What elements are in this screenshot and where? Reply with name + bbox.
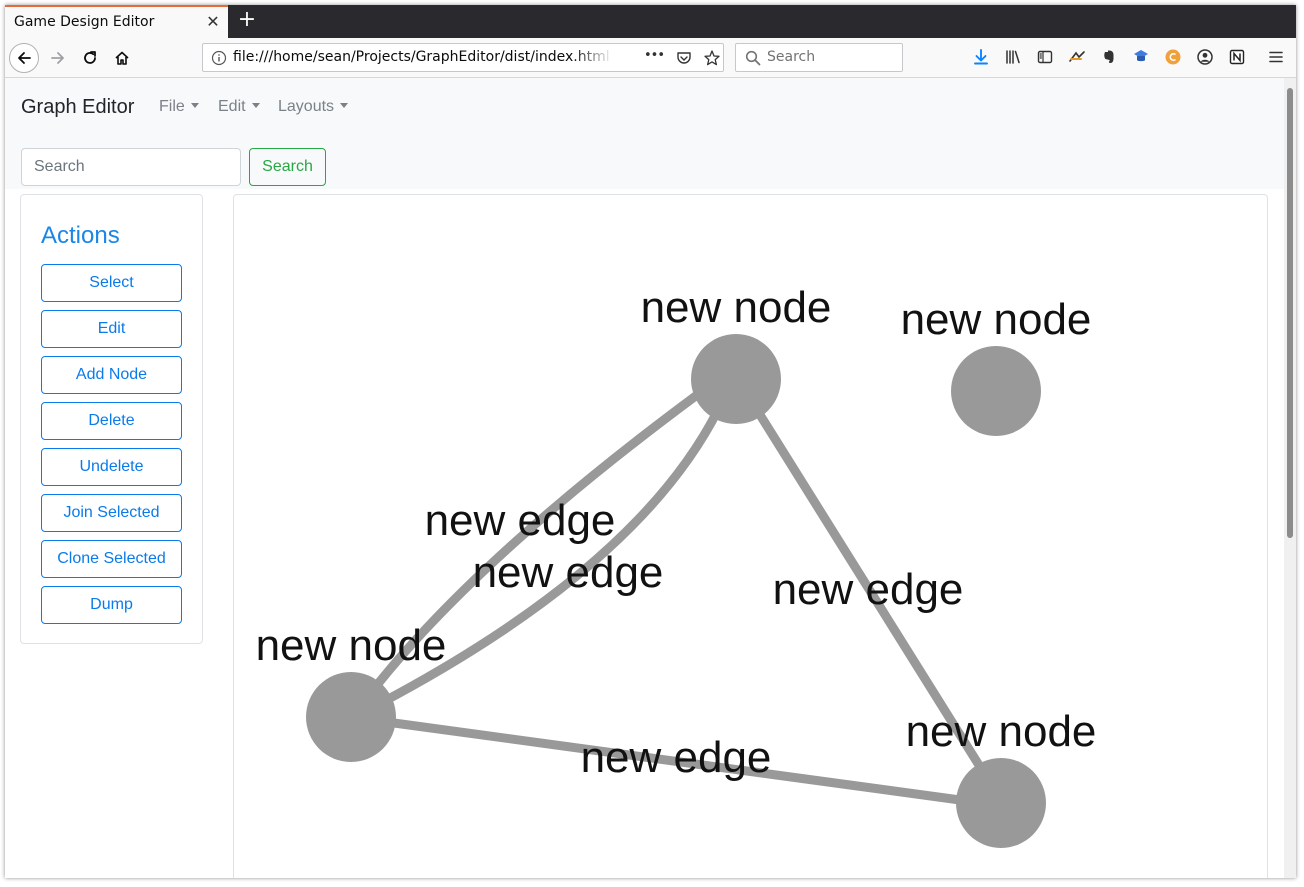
- edge-label: new edge: [425, 496, 616, 545]
- browser-search-placeholder: Search: [767, 49, 816, 65]
- edge-label: new edge: [473, 548, 664, 597]
- select-button[interactable]: Select: [41, 264, 182, 302]
- graph-node[interactable]: [951, 346, 1041, 436]
- caret-down-icon: [251, 103, 260, 108]
- info-icon[interactable]: [211, 50, 227, 66]
- forward-icon: [51, 52, 64, 64]
- app-navbar: Graph Editor File Edit Layouts Search: [5, 78, 1284, 189]
- account-icon: [1197, 49, 1213, 65]
- download-icon: [974, 49, 988, 65]
- pocket-icon[interactable]: [676, 50, 692, 66]
- page-actions-icon[interactable]: •••: [644, 48, 665, 63]
- undelete-button[interactable]: Undelete: [41, 448, 182, 486]
- graph-svg[interactable]: new node new node new node new node new …: [234, 195, 1268, 878]
- graph-node[interactable]: [306, 672, 396, 762]
- browser-window: Game Design Editor ✕ + file:///home/sean…: [5, 5, 1296, 878]
- delete-button[interactable]: Delete: [41, 402, 182, 440]
- library-button[interactable]: [1003, 47, 1023, 67]
- edge-label: new edge: [581, 733, 772, 782]
- downloads-button[interactable]: [971, 47, 991, 67]
- search-button[interactable]: Search: [249, 148, 326, 186]
- page-content: Graph Editor File Edit Layouts Search Ac…: [5, 78, 1284, 878]
- browser-search-bar[interactable]: Search: [735, 43, 903, 72]
- new-tab-button[interactable]: +: [236, 9, 258, 33]
- actions-title: Actions: [41, 222, 120, 249]
- extension-button-3[interactable]: [1163, 47, 1183, 67]
- menu-icon: [1269, 51, 1283, 63]
- forward-button[interactable]: [43, 43, 73, 73]
- clone-selected-button[interactable]: Clone Selected: [41, 540, 182, 578]
- back-button[interactable]: [9, 43, 39, 73]
- actions-panel: Actions Select Edit Add Node Delete Unde…: [20, 194, 203, 644]
- back-icon: [18, 52, 31, 64]
- home-icon: [115, 51, 129, 65]
- search-icon: [745, 50, 761, 66]
- reload-icon: [84, 51, 96, 64]
- sidebar-button[interactable]: [1035, 47, 1055, 67]
- url-text[interactable]: file:///home/sean/Projects/GraphEditor/d…: [233, 49, 611, 65]
- notion-icon: [1229, 49, 1245, 65]
- graph-node[interactable]: [691, 334, 781, 424]
- library-icon: [1006, 50, 1020, 64]
- url-bar[interactable]: file:///home/sean/Projects/GraphEditor/d…: [202, 43, 724, 72]
- account-button[interactable]: [1195, 47, 1215, 67]
- home-button[interactable]: [107, 43, 137, 73]
- search-input[interactable]: [21, 148, 241, 186]
- notion-button[interactable]: [1227, 47, 1247, 67]
- menu-layouts[interactable]: Layouts: [278, 98, 349, 116]
- dump-button[interactable]: Dump: [41, 586, 182, 624]
- menu-file[interactable]: File: [159, 98, 199, 116]
- reload-button[interactable]: [75, 43, 105, 73]
- graph-canvas[interactable]: new node new node new node new node new …: [233, 194, 1268, 878]
- evernote-button[interactable]: [1099, 47, 1119, 67]
- page-scrollbar[interactable]: [1284, 78, 1296, 878]
- graph-node[interactable]: [956, 758, 1046, 848]
- join-selected-button[interactable]: Join Selected: [41, 494, 182, 532]
- edge-label: new edge: [773, 565, 964, 614]
- caret-down-icon: [190, 103, 199, 108]
- extension-icon: [1069, 51, 1085, 62]
- node-label: new node: [901, 295, 1092, 344]
- tab-strip: Game Design Editor ✕ +: [5, 5, 1296, 38]
- sidebar-icon: [1037, 50, 1053, 64]
- extension-button-2[interactable]: [1131, 47, 1151, 67]
- evernote-icon: [1104, 50, 1114, 63]
- scrollbar-thumb[interactable]: [1287, 88, 1293, 538]
- add-node-button[interactable]: Add Node: [41, 356, 182, 394]
- brand[interactable]: Graph Editor: [21, 96, 134, 119]
- tab-title: Game Design Editor: [14, 14, 155, 30]
- tab-game-design-editor[interactable]: Game Design Editor ✕: [5, 5, 228, 38]
- navigation-toolbar: file:///home/sean/Projects/GraphEditor/d…: [5, 38, 1296, 78]
- node-label: new node: [641, 283, 832, 332]
- extension-button-1[interactable]: [1067, 47, 1087, 67]
- close-tab-icon[interactable]: ✕: [205, 13, 221, 31]
- caret-down-icon: [340, 103, 349, 108]
- node-label: new node: [906, 707, 1097, 756]
- menu-edit[interactable]: Edit: [218, 98, 260, 116]
- node-label: new node: [256, 621, 447, 670]
- extension-icon: [1134, 50, 1148, 62]
- hamburger-menu-button[interactable]: [1266, 47, 1286, 67]
- extension-icon: [1165, 49, 1181, 65]
- edit-button[interactable]: Edit: [41, 310, 182, 348]
- bookmark-star-icon[interactable]: [703, 49, 721, 67]
